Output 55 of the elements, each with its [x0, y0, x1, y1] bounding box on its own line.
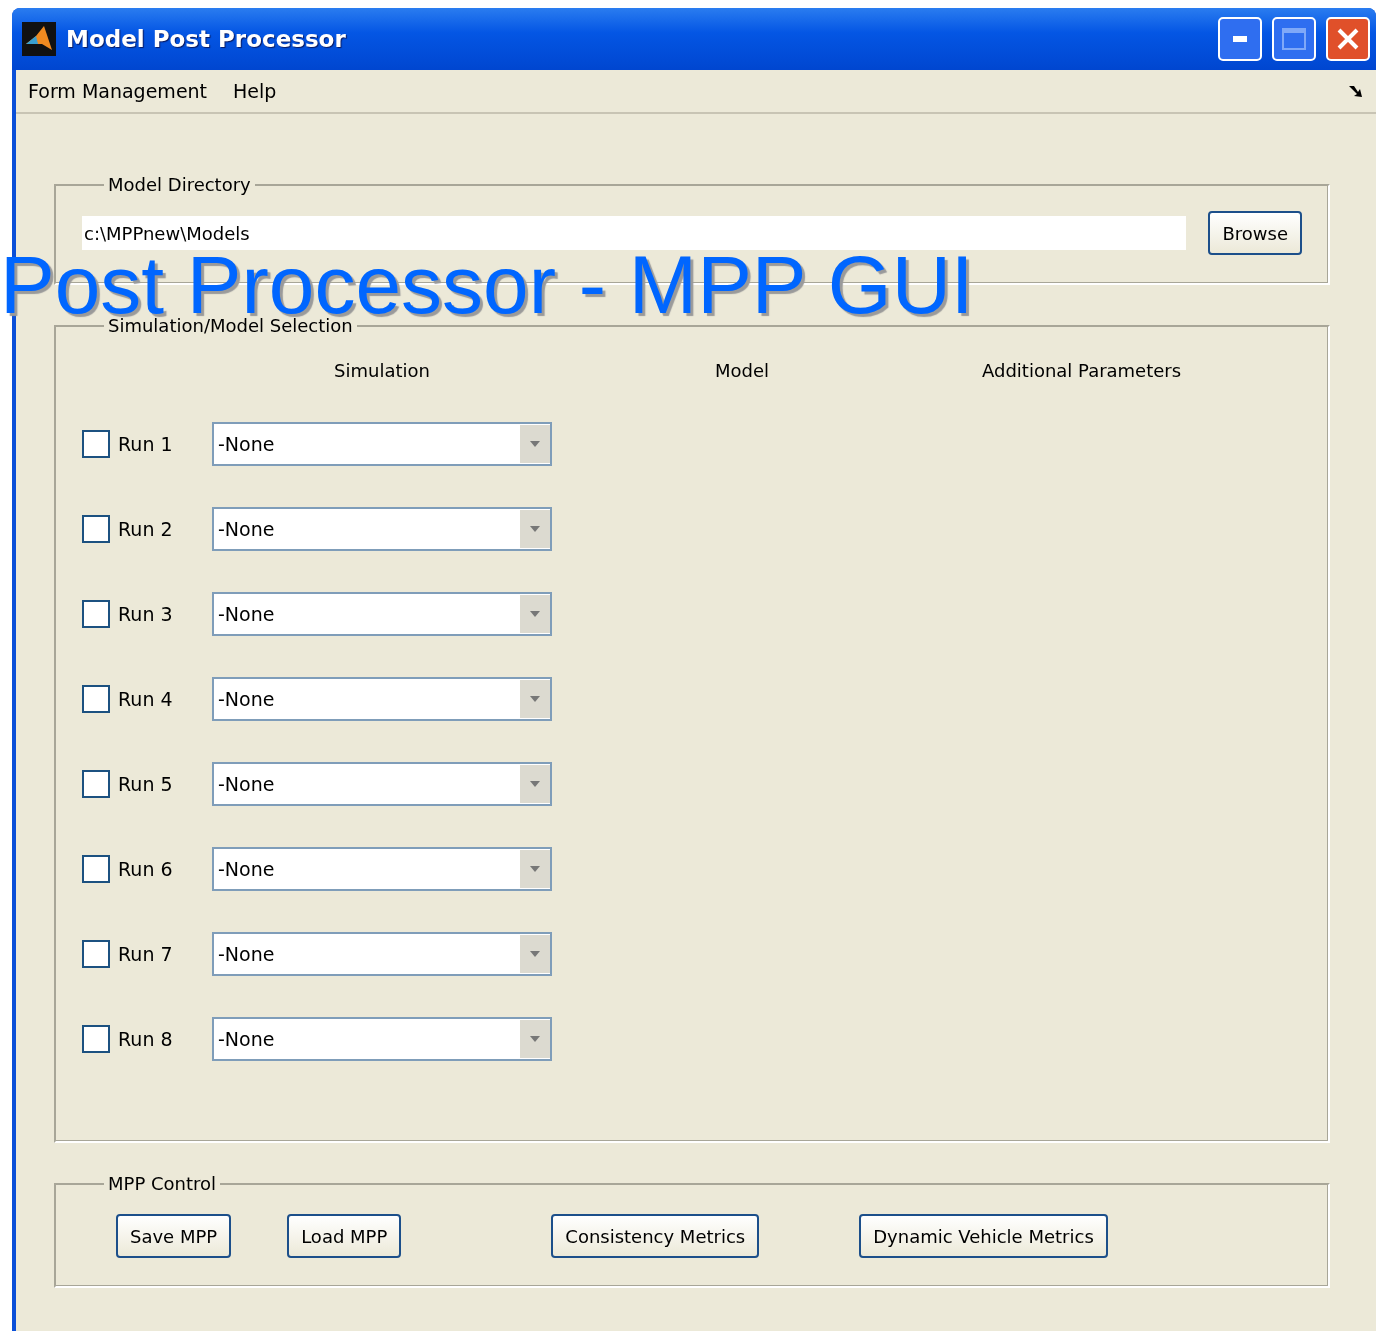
dropdown-arrow-icon: [530, 781, 540, 787]
simulation-dropdown[interactable]: -None: [212, 677, 552, 721]
panel-title: Model Directory: [107, 174, 252, 195]
run-label: Run 8: [118, 1028, 173, 1050]
minimize-button[interactable]: [1218, 17, 1262, 61]
close-button[interactable]: [1326, 17, 1370, 61]
run-checkbox[interactable]: [82, 430, 110, 458]
browse-button[interactable]: Browse: [1208, 211, 1302, 255]
run-checkbox[interactable]: [82, 770, 110, 798]
run-label: Run 2: [118, 518, 173, 540]
app-logo-icon: [22, 22, 56, 56]
run-label: Run 5: [118, 773, 173, 795]
control-button[interactable]: Save MPP: [116, 1214, 232, 1258]
dropdown-arrow-icon: [530, 611, 540, 617]
simulation-dropdown[interactable]: -None: [212, 507, 552, 551]
run-checkbox[interactable]: [82, 600, 110, 628]
control-button[interactable]: Consistency Metrics: [551, 1214, 760, 1258]
run-label: Run 3: [118, 603, 173, 625]
simulation-dropdown[interactable]: -None: [212, 422, 552, 466]
window-title: Model Post Processor: [66, 26, 347, 52]
dropdown-arrow-icon: [530, 866, 540, 872]
run-label: Run 1: [118, 433, 173, 455]
close-icon: [1336, 27, 1360, 51]
dropdown-arrow-icon: [530, 441, 540, 447]
run-label: Run 4: [118, 688, 173, 710]
control-button[interactable]: Dynamic Vehicle Metrics: [859, 1214, 1108, 1258]
simulation-dropdown[interactable]: -None: [212, 1017, 552, 1061]
menu-item[interactable]: Form Management: [28, 80, 208, 102]
run-checkbox[interactable]: [82, 940, 110, 968]
simulation-dropdown[interactable]: -None: [212, 847, 552, 891]
simulation-dropdown[interactable]: -None: [212, 932, 552, 976]
directory-field[interactable]: c:\MPPnew\Models: [82, 216, 1187, 250]
column-header: Model: [713, 360, 770, 381]
maximize-button[interactable]: [1272, 17, 1316, 61]
control-button[interactable]: Load MPP: [287, 1214, 402, 1258]
dropdown-arrow-icon: [530, 526, 540, 532]
run-label: Run 7: [118, 943, 173, 965]
simulation-dropdown[interactable]: -None: [212, 592, 552, 636]
maximize-icon: [1282, 28, 1306, 50]
run-checkbox[interactable]: [82, 685, 110, 713]
dropdown-arrow-icon: [530, 1036, 540, 1042]
dock-arrow-icon[interactable]: [1348, 84, 1364, 98]
run-checkbox[interactable]: [82, 1025, 110, 1053]
panel-title: Simulation/Model Selection: [107, 315, 354, 336]
dropdown-arrow-icon: [530, 696, 540, 702]
column-header: Simulation: [333, 360, 431, 381]
minimize-icon: [1233, 36, 1247, 42]
run-checkbox[interactable]: [82, 855, 110, 883]
column-header: Additional Parameters: [981, 360, 1183, 381]
menu-item[interactable]: Help: [233, 80, 277, 102]
panel-title: MPP Control: [107, 1173, 218, 1194]
run-checkbox[interactable]: [82, 515, 110, 543]
simulation-dropdown[interactable]: -None: [212, 762, 552, 806]
run-label: Run 6: [118, 858, 173, 880]
dropdown-arrow-icon: [530, 951, 540, 957]
